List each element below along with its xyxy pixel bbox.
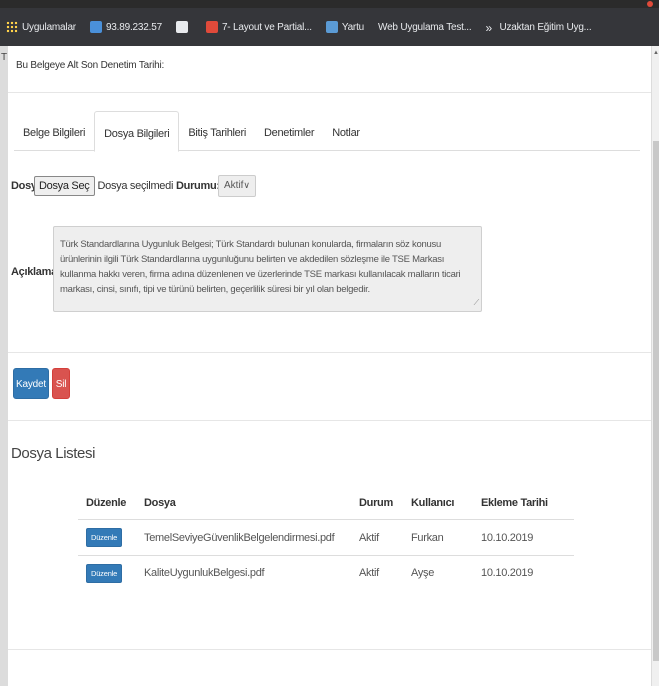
edit-button[interactable]: Düzenle	[86, 563, 123, 583]
scrollbar-thumb[interactable]	[653, 141, 659, 661]
tab-bitis-tarihleri[interactable]: Bitiş Tarihleri	[179, 111, 255, 151]
table-row: Düzenle KaliteUygunlukBelgesi.pdf Aktif …	[78, 555, 574, 590]
delete-button[interactable]: Sil	[52, 368, 70, 399]
column-header-file: Dosya	[144, 496, 176, 509]
file-user: Ayşe	[411, 567, 435, 579]
tab-denetimler[interactable]: Denetimler	[255, 111, 323, 151]
chevron-down-icon: ∨	[243, 180, 250, 190]
file-status-text: Dosya seçilmedi	[97, 180, 174, 192]
status-select[interactable]: Aktif ∨	[218, 175, 256, 197]
bookmark-yartu[interactable]: Yartu	[325, 21, 364, 33]
arrow-icon: »	[485, 21, 492, 35]
browser-extension-area	[647, 0, 653, 8]
scroll-up-icon[interactable]: ▲	[652, 50, 659, 56]
divider	[8, 92, 651, 93]
divider	[8, 420, 651, 421]
resize-grip-icon[interactable]: ⟋	[474, 295, 480, 310]
tab-bar: Belge Bilgileri Dosya Bilgileri Bitiş Ta…	[14, 111, 640, 152]
table-header-row: Düzenle Dosya Durum Kullanıcı Ekleme Tar…	[78, 486, 574, 520]
divider	[8, 649, 651, 650]
divider	[8, 352, 651, 353]
column-header-status: Durum	[359, 496, 393, 509]
status-label: Durumu:	[176, 180, 220, 192]
bookmarks-bar: Uygulamalar 93.89.232.57 7- Layout ve Pa…	[0, 8, 659, 46]
page-content: Bu Belgeye Alt Son Denetim Tarihi: Belge…	[8, 46, 651, 686]
edit-button[interactable]: Düzenle	[86, 528, 123, 547]
save-button[interactable]: Kaydet	[13, 368, 49, 399]
file-list-title: Dosya Listesi	[11, 445, 96, 462]
file-input[interactable]: Dosya Seç Dosya seçilmedi	[34, 175, 173, 197]
red-circle-icon	[205, 21, 218, 33]
column-header-date: Ekleme Tarihi	[481, 496, 548, 509]
bookmark-web-test[interactable]: Web Uygulama Test...	[378, 22, 472, 33]
bookmark-layout-partial[interactable]: 7- Layout ve Partial...	[205, 21, 312, 33]
file-user: Furkan	[411, 531, 444, 544]
column-header-user: Kullanıcı	[411, 496, 455, 509]
browser-top-strip	[0, 0, 659, 8]
extension-icon[interactable]	[647, 1, 653, 7]
bookmark-shield[interactable]	[175, 21, 192, 33]
tab-belge-bilgileri[interactable]: Belge Bilgileri	[14, 111, 94, 151]
tab-notlar[interactable]: Notlar	[323, 111, 369, 151]
yartu-icon	[325, 21, 338, 33]
file-table: Düzenle Dosya Durum Kullanıcı Ekleme Tar…	[78, 486, 574, 590]
page-scrollbar[interactable]: ▲	[651, 46, 659, 686]
file-name: TemelSeviyeGüvenlikBelgelendirmesi.pdf	[144, 531, 335, 544]
shield-icon	[175, 21, 188, 33]
choose-file-button[interactable]: Dosya Seç	[34, 176, 95, 196]
file-date: 10.10.2019	[481, 531, 534, 544]
apps-icon	[6, 21, 18, 33]
computer-icon	[89, 21, 102, 33]
bookmark-apps[interactable]: Uygulamalar	[6, 21, 76, 33]
file-date: 10.10.2019	[481, 567, 534, 579]
bookmark-ip[interactable]: 93.89.232.57	[89, 21, 162, 33]
left-panel-edge: T	[0, 46, 8, 686]
file-name: KaliteUygunlukBelgesi.pdf	[144, 567, 265, 579]
table-row: Düzenle TemelSeviyeGüvenlikBelgelendirme…	[78, 520, 574, 555]
bookmark-uzaktan[interactable]: » Uzaktan Eğitim Uyg...	[485, 21, 591, 35]
last-audit-note: Bu Belgeye Alt Son Denetim Tarihi:	[16, 60, 165, 71]
tab-dosya-bilgileri[interactable]: Dosya Bilgileri	[94, 111, 180, 152]
description-textarea[interactable]: Türk Standardlarına Uygunluk Belgesi; Tü…	[53, 226, 482, 312]
file-status: Aktif	[359, 531, 379, 544]
file-status: Aktif	[359, 567, 379, 579]
column-header-edit: Düzenle	[86, 496, 127, 509]
